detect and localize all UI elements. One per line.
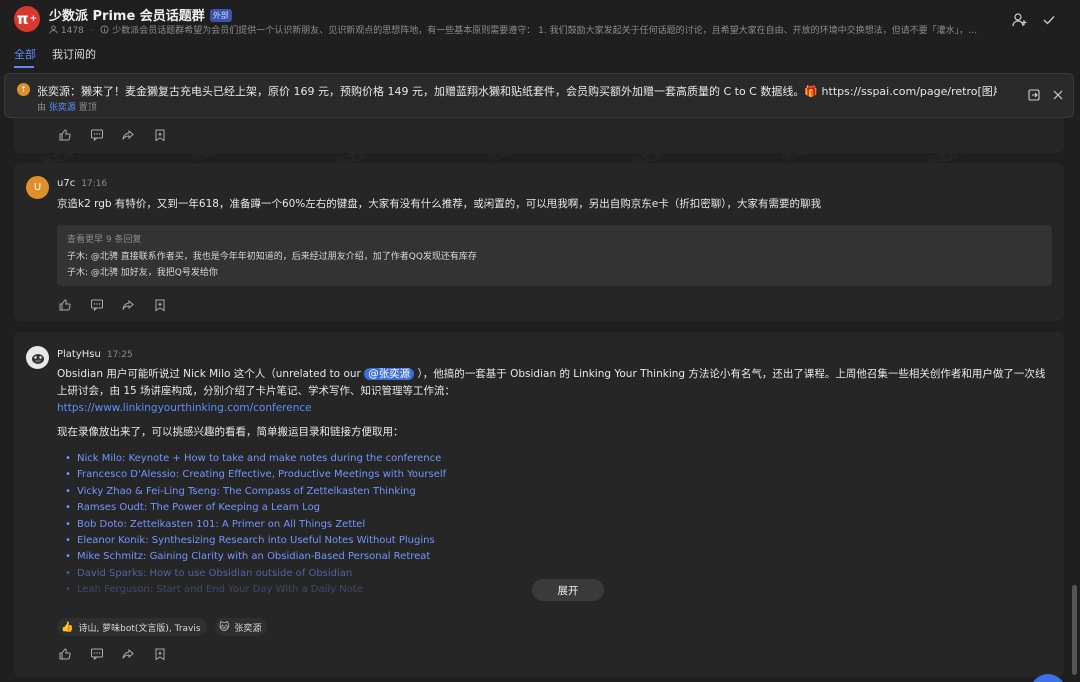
separator: · xyxy=(90,26,94,36)
list-item[interactable]: Bob Doto: Zettelkasten 101: A Primer on … xyxy=(57,519,757,535)
pinned-message[interactable]: ↑ 张奕源：獭来了！麦金獭复古充电头已经上架，原价 169 元，预购价格 149… xyxy=(4,73,1074,118)
author-name[interactable]: PlatyHsu xyxy=(57,349,101,360)
list-item[interactable]: Leah Ferguson: Start and End Your Day Wi… xyxy=(57,584,757,600)
reply-thread[interactable]: 查看更早 9 条回复 子木: @北骋 直接联系作者买，我也是今年年初知道的，后来… xyxy=(57,225,1052,286)
member-count: 1478 xyxy=(60,26,84,36)
view-earlier-replies[interactable]: 查看更早 9 条回复 xyxy=(67,232,141,245)
feed-tabs: 全部 我订阅的 xyxy=(0,44,1080,68)
pinned-by-user[interactable]: 张奕源 xyxy=(49,103,76,113)
tab-all[interactable]: 全部 xyxy=(14,46,36,62)
group-title: 少数派 Prime 会员话题群 外部 xyxy=(49,5,232,24)
reply-item: 子木: @北骋 直接联系作者买，我也是今年年初知道的，后来经过朋友介绍，加了作者… xyxy=(67,252,477,262)
list-item[interactable]: Eleanor Konik: Synthesizing Research int… xyxy=(57,535,757,551)
avatar[interactable] xyxy=(26,346,49,369)
message-card xyxy=(14,118,1064,153)
list-item[interactable]: Ramses Oudt: The Power of Keeping a Lear… xyxy=(57,502,757,518)
thumbs-up-icon: 👍 xyxy=(61,621,74,633)
comment-icon[interactable] xyxy=(88,296,106,314)
platypus-avatar-icon xyxy=(31,353,44,364)
message-author: u7c 17:16 xyxy=(57,178,107,189)
list-item[interactable]: Nick Milo: Keynote + How to take and mak… xyxy=(57,453,757,469)
share-icon[interactable] xyxy=(119,645,137,663)
like-icon[interactable] xyxy=(56,645,74,663)
cat-icon: 🐱 xyxy=(219,621,230,633)
list-item[interactable]: Francesco D'Alessio: Creating Effective,… xyxy=(57,469,757,485)
pin-icon: ↑ xyxy=(17,83,30,96)
list-item[interactable]: Mike Schmitz: Gaining Clarity with an Ob… xyxy=(57,551,757,567)
comment-icon[interactable] xyxy=(88,126,106,144)
comment-icon[interactable] xyxy=(88,645,106,663)
avatar[interactable]: U xyxy=(26,176,49,199)
message-card: U u7c 17:16 京造k2 rgb 有特价，又到一年618，准备蹲一个60%… xyxy=(14,163,1064,321)
list-item[interactable]: David Sparks: How to use Obsidian outsid… xyxy=(57,568,757,584)
reaction-chip[interactable]: 🐱 张奕源 xyxy=(215,618,268,636)
like-icon[interactable] xyxy=(56,126,74,144)
pinned-text: 张奕源：獭来了！麦金獭复古充电头已经上架，原价 169 元，预购价格 149 元… xyxy=(37,85,997,98)
talk-list: Nick Milo: Keynote + How to take and mak… xyxy=(57,453,757,601)
info-icon xyxy=(100,25,112,36)
members-icon xyxy=(49,25,61,36)
message-text: 京造k2 rgb 有特价，又到一年618，准备蹲一个60%左右的键盘，大家有没有… xyxy=(57,198,821,210)
group-description: 少数派会员话题群希望为会员们提供一个认识新朋友、见识新观点的思想阵地，有一些基本… xyxy=(112,26,979,36)
bookmark-icon[interactable] xyxy=(151,645,169,663)
jump-to-message-icon[interactable] xyxy=(1025,86,1043,104)
add-member-icon[interactable] xyxy=(1010,10,1030,30)
group-logo[interactable]: π + xyxy=(14,6,40,32)
share-icon[interactable] xyxy=(119,126,137,144)
reply-item: 子木: @北骋 加好友，我把Q号发给你 xyxy=(67,268,218,278)
message-text: Obsidian 用户可能听说过 Nick Milo 这个人（unrelated… xyxy=(57,368,1046,414)
pinned-by: 由 张奕源 置顶 xyxy=(37,103,97,113)
message-time: 17:25 xyxy=(106,350,133,360)
external-badge: 外部 xyxy=(209,9,232,22)
message-intro: 现在录像放出来了，可以挑感兴趣的看看，简单搬运目录和链接方便取用： xyxy=(57,426,404,438)
author-name[interactable]: u7c xyxy=(57,178,75,189)
group-header: π + 少数派 Prime 会员话题群 外部 1478 · 少数派会员话题群希望为会… xyxy=(0,0,1080,40)
message-time: 17:16 xyxy=(81,179,108,189)
message-card: PlatyHsu 17:25 Obsidian 用户可能听说过 Nick Milo… xyxy=(14,332,1064,677)
expand-button[interactable]: 展开 xyxy=(532,579,604,601)
list-item[interactable]: Vicky Zhao & Fei-Ling Tseng: The Compass… xyxy=(57,486,757,502)
tab-subscribed[interactable]: 我订阅的 xyxy=(52,46,96,62)
reaction-chip[interactable]: 👍 诗山, 萝味bot(文言版), Travis xyxy=(57,618,207,636)
scrollbar[interactable] xyxy=(1072,585,1077,675)
message-author: PlatyHsu 17:25 xyxy=(57,349,133,360)
like-icon[interactable] xyxy=(56,296,74,314)
bookmark-icon[interactable] xyxy=(151,296,169,314)
user-mention[interactable]: @张奕源 xyxy=(364,368,415,380)
close-icon[interactable] xyxy=(1049,86,1067,104)
conference-link[interactable]: https://www.linkingyourthinking.com/conf… xyxy=(57,402,312,414)
bookmark-icon[interactable] xyxy=(151,126,169,144)
share-icon[interactable] xyxy=(119,296,137,314)
active-tab-indicator xyxy=(14,66,34,68)
check-icon[interactable] xyxy=(1039,10,1059,30)
group-subline[interactable]: 1478 · 少数派会员话题群希望为会员们提供一个认识新朋友、见识新观点的思想阵… xyxy=(49,23,979,36)
